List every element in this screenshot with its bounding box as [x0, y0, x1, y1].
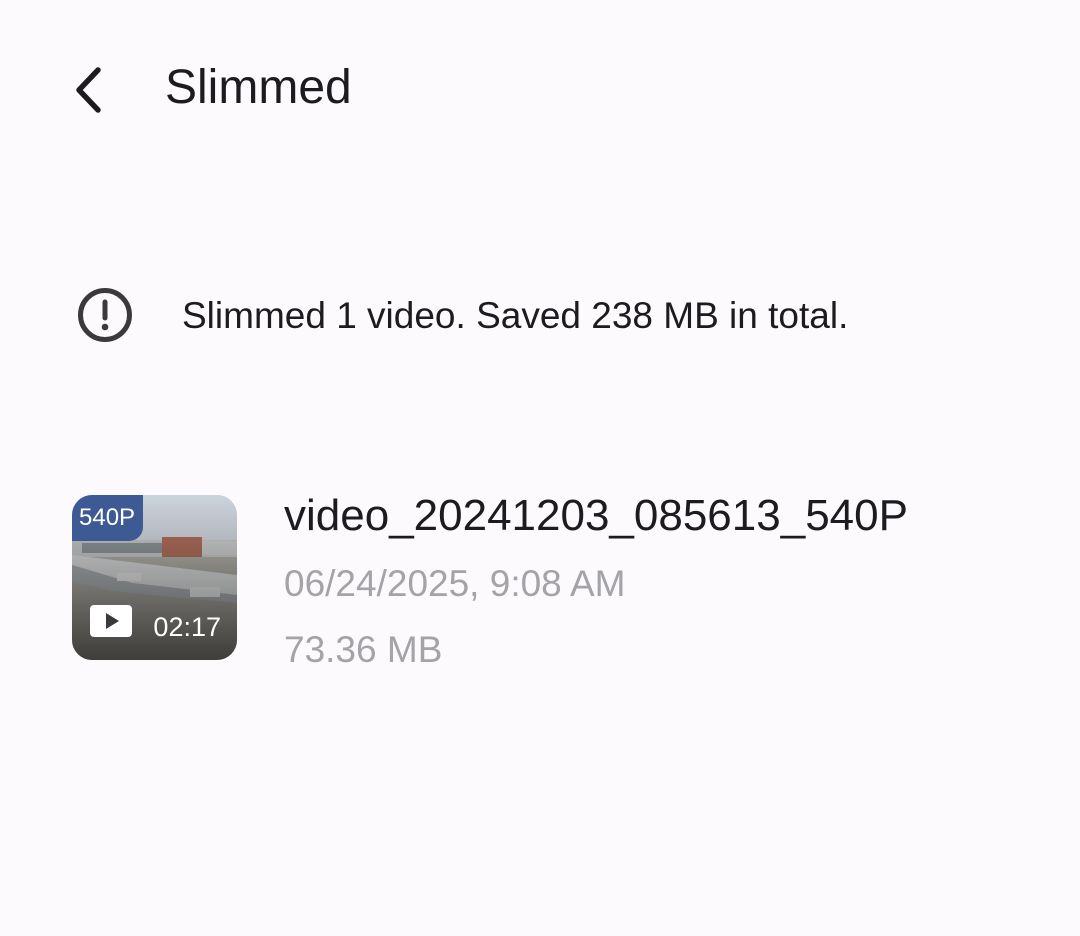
app-bar: Slimmed — [0, 0, 1080, 180]
page-title: Slimmed — [165, 61, 352, 114]
video-thumbnail[interactable]: 540P 02:17 — [72, 495, 237, 660]
video-list-item[interactable]: 540P 02:17 video_20241203_085613_540P 06… — [0, 480, 1080, 680]
video-name: video_20241203_085613_540P — [284, 491, 908, 540]
back-button[interactable] — [54, 50, 126, 130]
summary-banner: Slimmed 1 video. Saved 238 MB in total. — [0, 270, 1080, 360]
video-size: 73.36 MB — [284, 629, 443, 670]
play-icon — [90, 605, 132, 637]
chevron-left-icon — [76, 67, 101, 113]
resolution-badge: 540P — [72, 495, 144, 541]
summary-text: Slimmed 1 video. Saved 238 MB in total. — [182, 295, 849, 336]
video-date: 06/24/2025, 9:08 AM — [284, 563, 626, 604]
video-duration: 02:17 — [153, 612, 221, 642]
exclamation-circle-icon — [78, 288, 132, 342]
